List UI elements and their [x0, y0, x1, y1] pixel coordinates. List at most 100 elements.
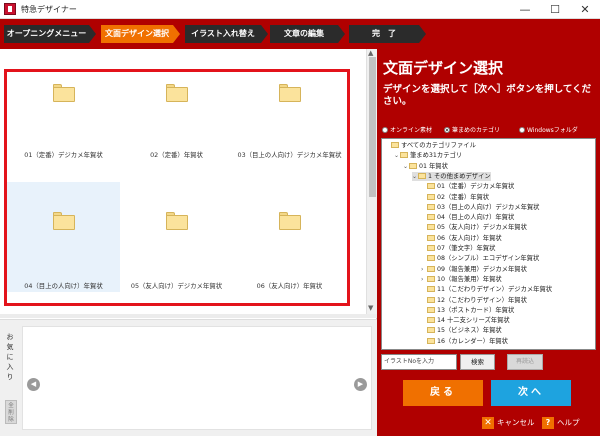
design-card[interactable]: 06（友人向け）年賀状 [233, 182, 346, 292]
folder-icon [427, 265, 435, 272]
radio-online-material[interactable]: オンライン素材 [382, 125, 432, 134]
favorites-label: お気に入り [6, 333, 14, 381]
design-card[interactable]: 03（目上の人向け）デジカメ年賀状 [233, 72, 346, 182]
folder-icon [427, 286, 435, 293]
tree-item-label: 07（筆文字）年賀状 [437, 245, 496, 252]
design-card[interactable]: 02（定番）年賀状 [120, 72, 233, 182]
cancel-button[interactable]: ✕ キャンセル [482, 417, 535, 429]
tree-item-label: 13（ポストカード）年賀状 [437, 306, 515, 314]
design-card-label: 06（友人向け）年賀状 [256, 282, 323, 290]
category-tree[interactable]: すべてのカテゴリファイル ⌄ 筆まめ31カテゴリ ⌄ 01 年賀状 ⌄ 1 その他まめデザイ… [381, 138, 596, 350]
step-text-edit[interactable]: 文章の編集 [270, 25, 338, 43]
step-design-select[interactable]: 文面デザイン選択 [101, 25, 173, 43]
tree-item[interactable]: 04（目上の人向け）年賀状 [421, 213, 514, 222]
tree-item[interactable]: 14 十二支シリーズ年賀状 [421, 316, 510, 325]
folder-icon [409, 162, 417, 169]
tree-item-label: 04（目上の人向け）年賀状 [437, 214, 515, 222]
favorites-next-icon[interactable]: ▶ [354, 378, 367, 391]
tree-item-label: 12（こだわりデザイン）年賀状 [437, 296, 527, 304]
scroll-up-icon[interactable]: ▲ [368, 49, 373, 57]
next-button[interactable]: 次へ [491, 380, 571, 406]
step-complete[interactable]: 完 了 [349, 25, 419, 43]
tree-item-label: 08（シンプル）エコデザイン年賀状 [437, 255, 540, 263]
folder-icon [427, 275, 435, 282]
radio-dot-icon [444, 127, 450, 133]
folder-icon [427, 306, 435, 313]
favorites-clear-button[interactable]: 全削除 [5, 400, 17, 424]
step-arrow [338, 25, 345, 43]
scroll-down-icon[interactable]: ▼ [368, 304, 373, 312]
step-opening-menu[interactable]: オープニングメニュー [4, 25, 89, 43]
tree-item[interactable]: 08（シンプル）エコデザイン年賀状 [421, 254, 539, 263]
tree-item-label: 16（カレンダー）年賀状 [437, 337, 508, 345]
radio-dot-icon [382, 127, 388, 133]
tree-item[interactable]: 01（定番）デジカメ年賀状 [421, 182, 514, 191]
folder-icon [53, 212, 75, 230]
folder-icon [427, 317, 435, 324]
panel-title: 文面デザイン選択 [383, 59, 504, 77]
tree-item[interactable]: 03（目上の人向け）デジカメ年賀状 [421, 203, 539, 212]
folder-icon [53, 84, 75, 102]
radio-fudemame-category[interactable]: 筆まめのカテゴリ [444, 125, 500, 134]
tree-item-label: 06（友人向け）年賀状 [437, 234, 502, 242]
reload-button[interactable]: 再読込 [507, 354, 543, 370]
folder-icon [166, 212, 188, 230]
grid-horizontal-scrollbar[interactable] [0, 314, 377, 318]
wizard-step-bar: オープニングメニュー 文面デザイン選択 イラスト入れ替え 文章の編集 完 了 [0, 19, 600, 49]
tree-item[interactable]: 12（こだわりデザイン）年賀状 [421, 296, 527, 305]
favorites-strip: ◀ ▶ [22, 326, 372, 430]
tree-item[interactable]: 02（定番）年賀状 [421, 193, 489, 202]
folder-icon [427, 224, 435, 231]
folder-icon [427, 296, 435, 303]
maximize-button[interactable]: ☐ [540, 0, 570, 19]
title-bar: 特急デザイナー — ☐ ✕ [0, 0, 600, 19]
illustration-number-input[interactable]: イラストNoを入力 [381, 354, 457, 370]
favorites-prev-icon[interactable]: ◀ [27, 378, 40, 391]
favorites-area: お気に入り 全削除 ◀ ▶ [0, 319, 377, 436]
tree-item-label: 02（定番）年賀状 [437, 193, 490, 201]
back-button[interactable]: 戻る [403, 380, 483, 406]
tree-item-label: 14 十二支シリーズ年賀状 [437, 317, 510, 325]
tree-item[interactable]: 16（カレンダー）年賀状 [421, 337, 508, 346]
tree-item[interactable]: 07（筆文字）年賀状 [421, 244, 495, 253]
folder-icon [418, 172, 426, 179]
radio-windows-folder[interactable]: Windowsフォルダ [519, 125, 578, 134]
tree-item[interactable]: 13（ポストカード）年賀状 [421, 306, 514, 315]
folder-icon [400, 152, 408, 159]
tree-item[interactable]: › 09（報告兼用）デジカメ年賀状 [421, 265, 527, 274]
tree-item[interactable]: 15（ビジネス）年賀状 [421, 326, 502, 335]
tree-item-label: 筆まめ31カテゴリ [410, 152, 463, 160]
close-button[interactable]: ✕ [570, 0, 600, 19]
design-card-label: 03（目上の人向け）デジカメ年賀状 [237, 151, 342, 159]
design-card[interactable]: 01（定番）デジカメ年賀状 [7, 72, 120, 182]
tree-item[interactable]: 05（友人向け）デジカメ年賀状 [421, 223, 527, 232]
tree-item[interactable]: › 10（報告兼用）年賀状 [421, 275, 502, 284]
tree-item-label: すべてのカテゴリファイル [401, 142, 476, 149]
scroll-thumb[interactable] [369, 57, 376, 197]
design-card-label: 01（定番）デジカメ年賀状 [24, 151, 103, 159]
design-card[interactable]: 05（友人向け）デジカメ年賀状 [120, 182, 233, 292]
minimize-button[interactable]: — [510, 0, 540, 19]
help-button[interactable]: ? ヘルプ [542, 417, 580, 429]
tree-item[interactable]: 11（こだわりデザイン）デジカメ年賀状 [421, 285, 552, 294]
step-arrow [173, 25, 180, 43]
design-card-selected[interactable]: 04（目上の人向け）年賀状 [7, 182, 120, 292]
tree-item[interactable]: ⌄ 01 年賀状 [403, 162, 448, 171]
folder-icon [427, 255, 435, 262]
tree-item[interactable]: 06（友人向け）年賀状 [421, 234, 502, 243]
folder-icon [427, 234, 435, 241]
folder-icon [427, 183, 435, 190]
folder-icon [279, 212, 301, 230]
design-card-label: 05（友人向け）デジカメ年賀状 [130, 282, 223, 290]
tree-item[interactable]: すべてのカテゴリファイル [385, 141, 476, 150]
step-arrow [261, 25, 268, 43]
grid-vertical-scrollbar[interactable]: ▲ ▼ [366, 49, 377, 314]
folder-icon [427, 203, 435, 210]
design-card-label: 04（目上の人向け）年賀状 [24, 282, 103, 290]
step-illustration-replace[interactable]: イラスト入れ替え [185, 25, 261, 43]
search-button[interactable]: 検索 [460, 354, 495, 370]
tree-item[interactable]: ⌄ 筆まめ31カテゴリ [394, 151, 462, 160]
close-icon: ✕ [482, 417, 494, 429]
folder-icon [391, 142, 399, 148]
tree-item[interactable]: ⌄ 1 その他まめデザイン [412, 171, 491, 181]
